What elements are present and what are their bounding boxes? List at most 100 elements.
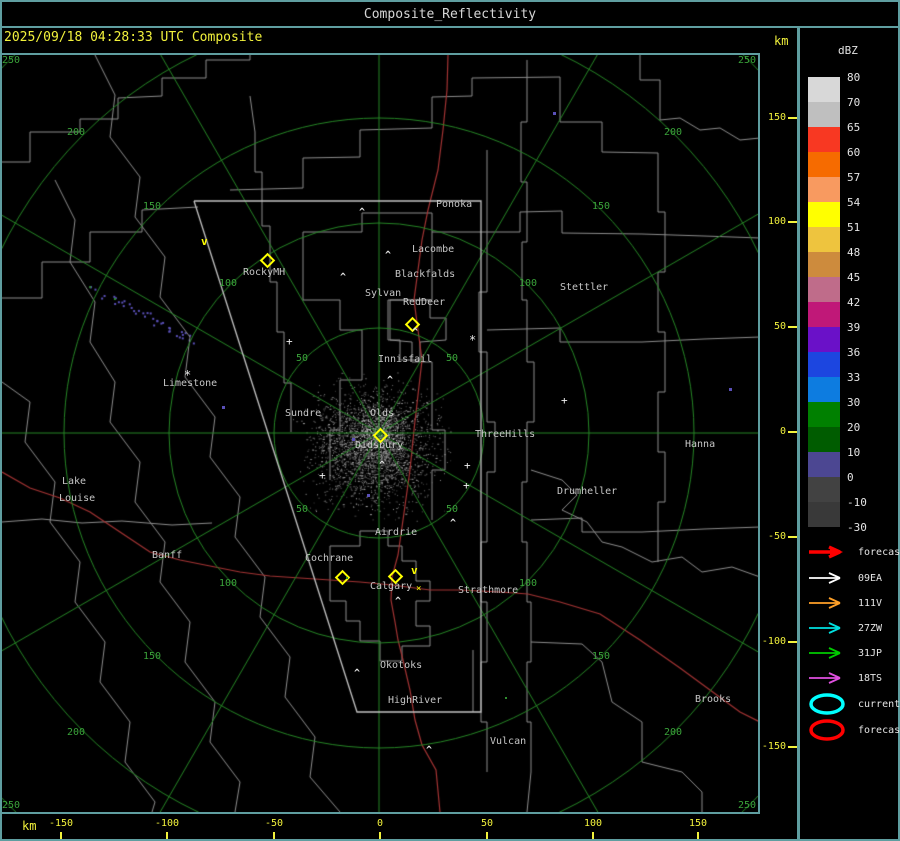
range-ring-label: 250: [738, 800, 757, 811]
colorbar-value-label: 10: [847, 446, 861, 459]
legend-arrow-icon: [809, 545, 843, 559]
colorbar-swatch: [808, 477, 840, 502]
summit-caret-icon: ^: [387, 375, 394, 386]
colorbar-value-label: 48: [847, 246, 861, 259]
plus-marker-icon: +: [561, 394, 568, 407]
legend-item-label: forecast: [858, 724, 900, 736]
colorbar-swatch: [808, 452, 840, 477]
colorbar-swatch: [808, 277, 840, 302]
right-axis-tick-label: 150: [767, 112, 786, 123]
summit-caret-icon: ^: [450, 518, 457, 529]
right-axis-tick-label: -50: [767, 531, 786, 542]
right-axis-tick-label: 100: [767, 216, 786, 227]
bottom-axis-tick-label: -100: [154, 818, 180, 829]
colorbar-swatch: [808, 302, 840, 327]
range-ring-label: 250: [2, 800, 21, 811]
vee-marker-icon: v: [411, 564, 418, 577]
title-separator: [0, 26, 900, 28]
legend-arrow-icon: [809, 622, 841, 634]
legend-arrow-icon: [809, 672, 841, 684]
summit-caret-icon: ^: [426, 745, 433, 756]
weak-echo-dot: [367, 494, 370, 497]
colorbar-swatch: [808, 127, 840, 152]
range-ring-label: 50: [296, 353, 309, 364]
bottom-axis-tick-label: 0: [376, 818, 384, 829]
range-ring-label: 50: [296, 504, 309, 515]
colorbar-swatch: [808, 202, 840, 227]
colorbar-swatch: [808, 152, 840, 177]
right-axis-tick-label: 50: [773, 321, 786, 332]
bottom-axis-unit-label: km: [22, 819, 37, 833]
radar-map[interactable]: Ponoka Lacombe Blackfalds Sylvan RedDeer Stet…: [0, 53, 760, 814]
vee-marker-icon: v: [201, 235, 208, 248]
city-label-stettler: Stettler: [560, 282, 609, 293]
right-axis-tick-mark: [788, 536, 797, 538]
colorbar-value-label: 51: [847, 221, 861, 234]
legend-item-label: forecast: [858, 546, 900, 558]
legend-item-09EA: 09EA: [806, 565, 882, 591]
cross-marker-icon: ×: [416, 584, 422, 594]
city-label-hanna: Hanna: [685, 439, 716, 450]
colorbar-swatch: [808, 377, 840, 402]
colorbar-value-label: 45: [847, 271, 861, 284]
colorbar-swatch: [808, 77, 840, 102]
bottom-axis-tick-label: -50: [264, 818, 284, 829]
radar-app-window: Composite_Reflectivity 2025/09/18 04:28:…: [0, 0, 900, 841]
range-ring-label: 150: [592, 651, 611, 662]
weak-echo-dot: [553, 112, 556, 115]
plus-marker-icon: +: [286, 335, 293, 348]
legend-arrow-icon: [809, 597, 841, 609]
legend-ellipse-icon: [809, 719, 845, 741]
range-ring-label: 100: [519, 278, 538, 289]
legend-item-label: current: [858, 698, 900, 710]
city-label-threehills: ThreeHills: [475, 429, 536, 440]
colorbar-value-label: 57: [847, 171, 861, 184]
city-label-rockymh: RockyMH: [243, 267, 286, 278]
colorbar-value-label: 36: [847, 346, 861, 359]
city-label-airdrie: Airdrie: [375, 527, 418, 538]
colorbar-value-label: 60: [847, 146, 861, 159]
plus-marker-icon: +: [464, 459, 471, 472]
city-label-calgary: Calgary: [370, 581, 413, 592]
star-marker-icon: *: [184, 368, 192, 382]
range-ring-label: 200: [67, 727, 86, 738]
echo-dot: [346, 577, 348, 579]
colorbar-title: dBZ: [838, 44, 858, 57]
right-axis-tick-mark: [788, 746, 797, 748]
range-ring-label: 150: [143, 651, 162, 662]
legend-item-label: 18TS: [858, 672, 883, 684]
bottom-axis-tick-label: 150: [688, 818, 708, 829]
city-label-reddeer: RedDeer: [403, 297, 446, 308]
colorbar-swatch: [808, 402, 840, 427]
range-ring-label: 100: [219, 578, 238, 589]
colorbar-value-label: 33: [847, 371, 861, 384]
summit-caret-icon: ^: [354, 668, 361, 679]
weak-echo-dot: [729, 388, 732, 391]
range-ring-label: 200: [664, 127, 683, 138]
panel-divider: [797, 28, 800, 841]
city-label-louise: Louise: [59, 493, 96, 504]
legend-ellipse-icon: [809, 693, 845, 715]
right-axis-tick-mark: [788, 221, 797, 223]
colorbar-value-label: 70: [847, 96, 861, 109]
summit-caret-icon: ^: [379, 460, 386, 471]
city-label-cochrane: Cochrane: [305, 553, 354, 564]
city-label-okotoks: Okotoks: [380, 660, 423, 671]
timestamp-text: 2025/09/18 04:28:33 UTC Composite: [4, 30, 263, 45]
right-axis-tick-label: -100: [761, 636, 786, 647]
range-ring-label: 100: [219, 278, 238, 289]
range-ring-label: 50: [446, 504, 459, 515]
colorbar-value-label: 30: [847, 396, 861, 409]
colorbar-swatch: [808, 352, 840, 377]
legend-item-forecast: forecast: [806, 717, 900, 743]
bottom-axis-tick-label: 50: [480, 818, 494, 829]
right-axis-tick-mark: [788, 431, 797, 433]
range-ring-label: 250: [2, 55, 21, 66]
bottom-axis-tick-mark: [273, 832, 275, 839]
right-axis-tick-mark: [788, 117, 797, 119]
city-label-banff: Banff: [152, 550, 183, 561]
city-label-strathmore: Strathmore: [458, 585, 519, 596]
summit-caret-icon: ^: [340, 272, 347, 283]
weak-echo-dot: [222, 406, 225, 409]
range-ring-label: 150: [143, 201, 162, 212]
